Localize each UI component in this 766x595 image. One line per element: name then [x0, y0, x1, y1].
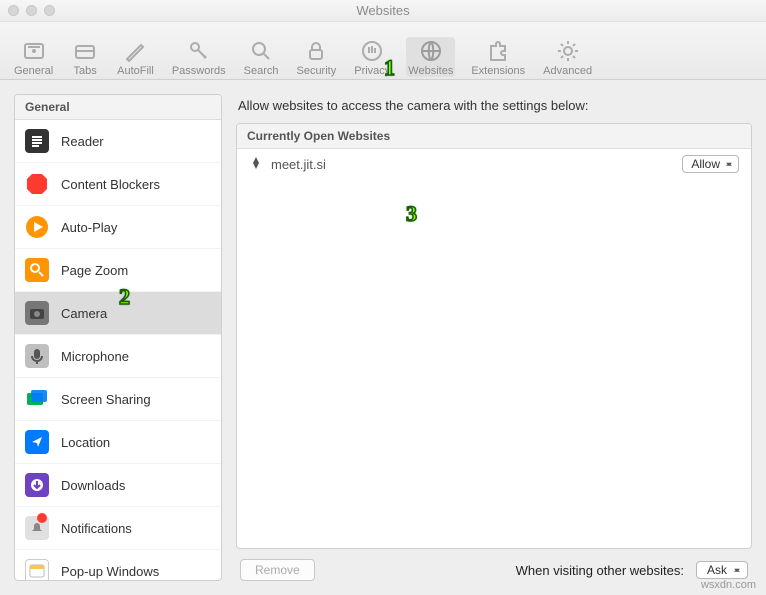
watermark: wsxdn.com [701, 579, 756, 591]
default-label: When visiting other websites: [516, 563, 684, 578]
sidebar-item-auto-play[interactable]: Auto-Play [15, 206, 221, 249]
sidebar-item-screen-sharing[interactable]: Screen Sharing [15, 378, 221, 421]
websites-panel: Currently Open Websites meet.jit.si Allo… [236, 123, 752, 549]
tab-passwords[interactable]: Passwords [170, 37, 228, 77]
sidebar-item-reader[interactable]: Reader [15, 120, 221, 163]
window-icon [25, 559, 49, 581]
sidebar-item-page-zoom[interactable]: Page Zoom [15, 249, 221, 292]
tabs-icon [71, 37, 99, 65]
lock-icon [302, 37, 330, 65]
site-permission-select[interactable]: Allow [682, 155, 739, 173]
window-titlebar: Websites [0, 0, 766, 22]
tab-advanced[interactable]: Advanced [541, 37, 594, 77]
tab-websites[interactable]: Websites [406, 37, 455, 77]
autofill-icon [121, 37, 149, 65]
sidebar-item-content-blockers[interactable]: Content Blockers [15, 163, 221, 206]
tab-autofill[interactable]: AutoFill [115, 37, 156, 77]
notification-badge [37, 513, 47, 523]
window-controls[interactable] [8, 5, 55, 16]
location-arrow-icon [25, 430, 49, 454]
site-favicon-icon [249, 156, 263, 173]
panel-header: Currently Open Websites [237, 124, 751, 149]
stop-icon [25, 172, 49, 196]
site-row[interactable]: meet.jit.si Allow [237, 149, 751, 179]
screens-icon [25, 387, 49, 411]
microphone-icon [25, 344, 49, 368]
play-icon [25, 215, 49, 239]
tab-extensions[interactable]: Extensions [469, 37, 527, 77]
tab-search[interactable]: Search [242, 37, 281, 77]
tab-tabs[interactable]: Tabs [69, 37, 101, 77]
sidebar-item-location[interactable]: Location [15, 421, 221, 464]
sidebar-item-popup-windows[interactable]: Pop-up Windows [15, 550, 221, 581]
gear-icon [554, 37, 582, 65]
hand-icon [358, 37, 386, 65]
camera-icon [25, 301, 49, 325]
search-icon [247, 37, 275, 65]
key-icon [185, 37, 213, 65]
zoom-button[interactable] [44, 5, 55, 16]
panel-bottombar: Remove When visiting other websites: Ask [236, 549, 752, 581]
sidebar-item-camera[interactable]: Camera [15, 292, 221, 335]
main-panel: Allow websites to access the camera with… [236, 94, 752, 581]
window-title: Websites [356, 3, 409, 18]
sidebar-header: General [15, 95, 221, 120]
panel-description: Allow websites to access the camera with… [236, 94, 752, 123]
zoom-icon [25, 258, 49, 282]
default-permission-select[interactable]: Ask [696, 561, 748, 579]
sidebar-item-microphone[interactable]: Microphone [15, 335, 221, 378]
sidebar-item-downloads[interactable]: Downloads [15, 464, 221, 507]
sidebar-item-notifications[interactable]: Notifications [15, 507, 221, 550]
preferences-toolbar: General Tabs AutoFill Passwords Search S… [0, 22, 766, 80]
content-area: General Reader Content Blockers Auto-Pla… [0, 80, 766, 595]
puzzle-icon [484, 37, 512, 65]
remove-button[interactable]: Remove [240, 559, 315, 581]
download-icon [25, 473, 49, 497]
general-icon [20, 37, 48, 65]
tab-privacy[interactable]: Privacy [352, 37, 392, 77]
reader-icon [25, 129, 49, 153]
site-host: meet.jit.si [271, 157, 326, 172]
minimize-button[interactable] [26, 5, 37, 16]
tab-general[interactable]: General [12, 37, 55, 77]
tab-security[interactable]: Security [294, 37, 338, 77]
close-button[interactable] [8, 5, 19, 16]
settings-sidebar: General Reader Content Blockers Auto-Pla… [14, 94, 222, 581]
globe-icon [417, 37, 445, 65]
